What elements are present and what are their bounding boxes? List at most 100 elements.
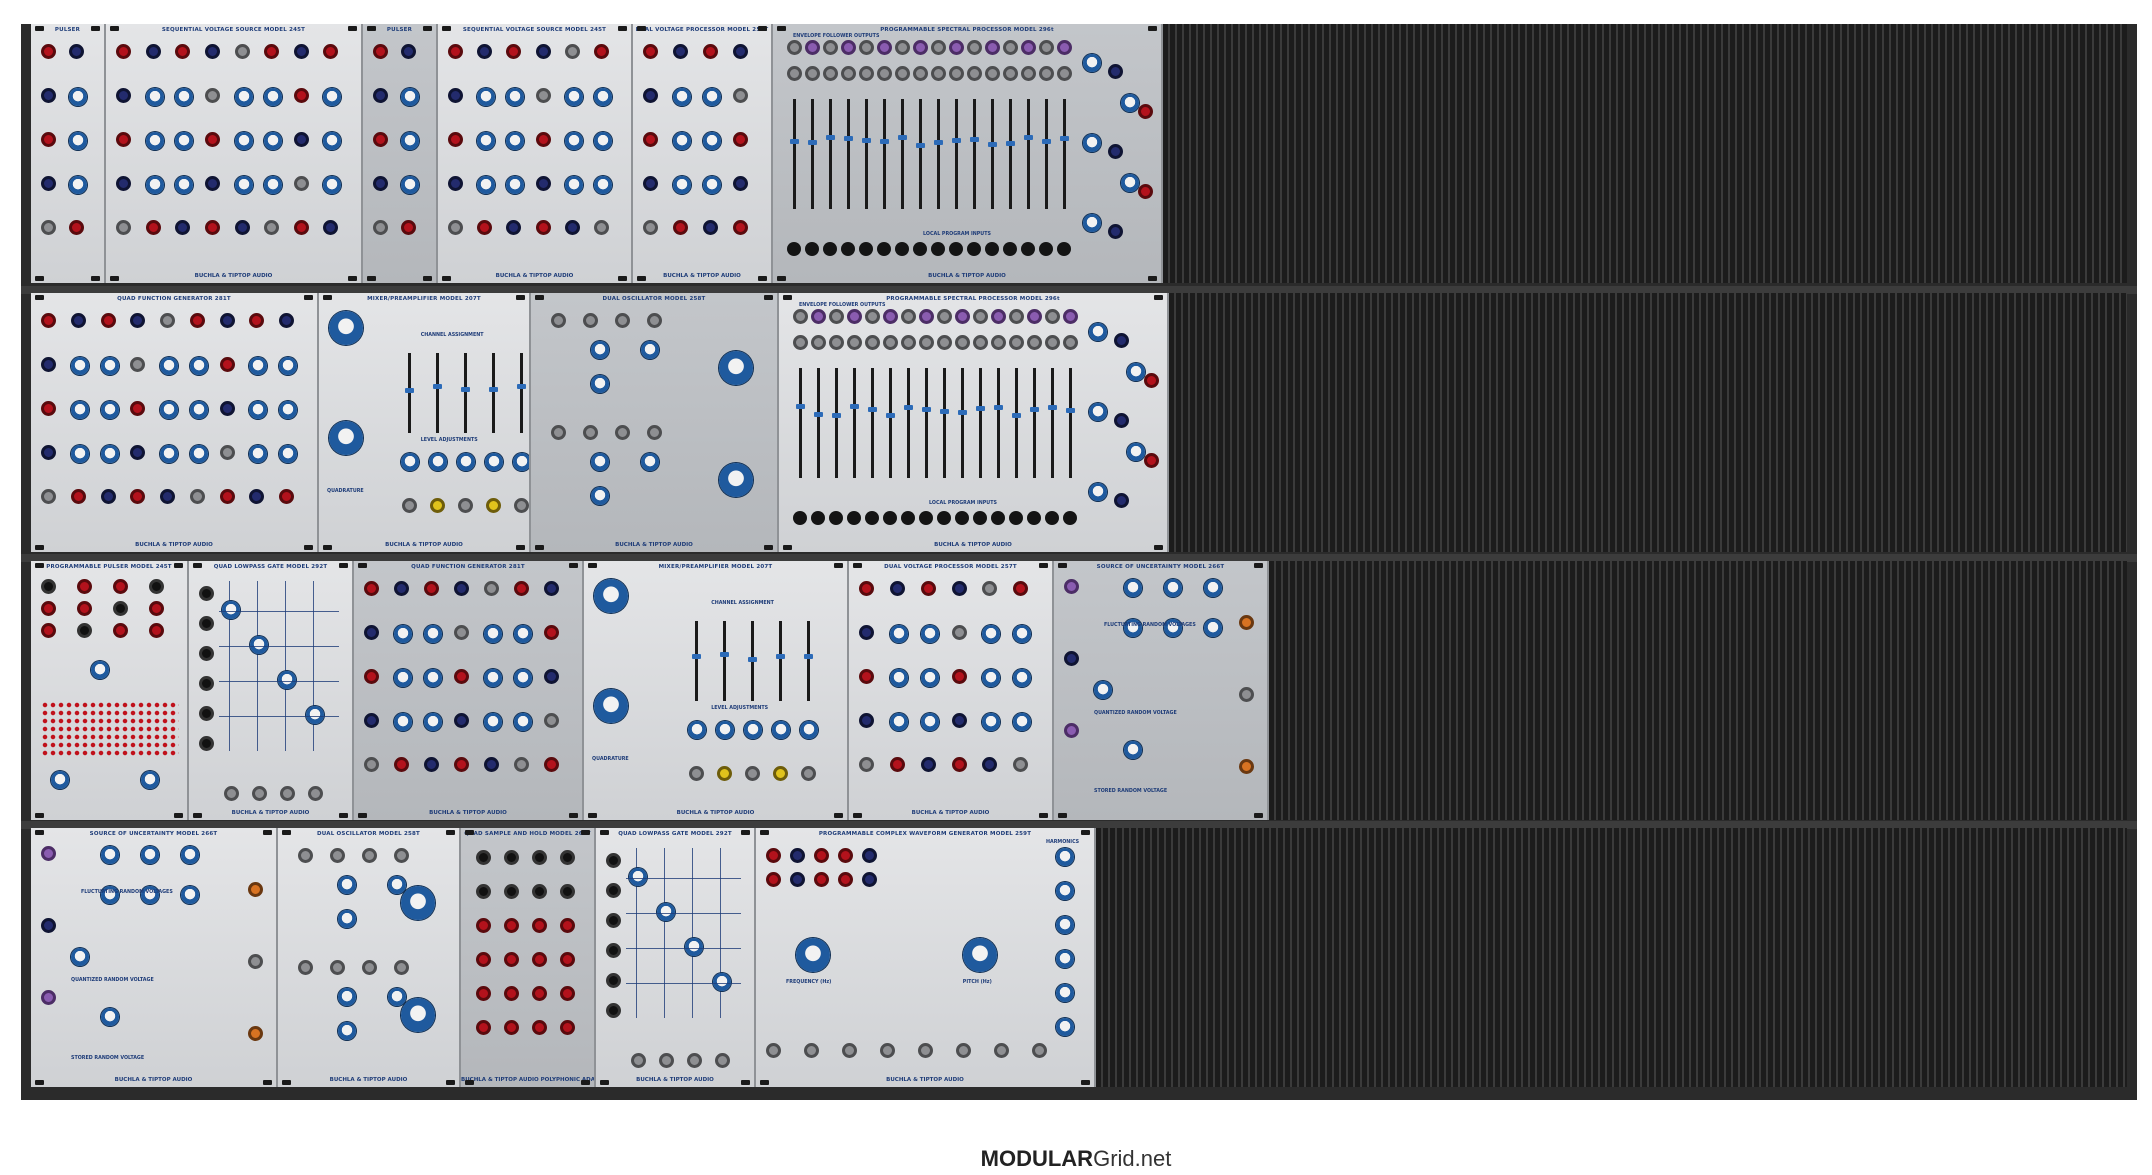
control-knob[interactable] xyxy=(264,88,283,106)
control-knob[interactable] xyxy=(564,176,583,194)
snh-jack[interactable] xyxy=(504,918,519,933)
patch-jack[interactable] xyxy=(130,489,146,504)
patch-jack[interactable] xyxy=(982,581,998,596)
patch-jack[interactable] xyxy=(889,581,905,596)
cwg-jack[interactable] xyxy=(838,872,853,887)
lpg-input-jack[interactable] xyxy=(687,1053,702,1068)
spectral-output-jack[interactable] xyxy=(847,309,862,324)
control-knob[interactable] xyxy=(100,445,119,463)
stored-knob[interactable] xyxy=(1124,741,1142,759)
random-knob[interactable] xyxy=(181,886,199,904)
random-knob[interactable] xyxy=(141,886,159,904)
spectral-input-jack[interactable] xyxy=(859,66,874,81)
spectral-input-jack[interactable] xyxy=(949,66,964,81)
lpg-knob[interactable] xyxy=(222,601,240,619)
side-knob[interactable] xyxy=(1083,214,1101,232)
patch-jack[interactable] xyxy=(859,713,874,728)
random-jack[interactable] xyxy=(248,1026,263,1041)
snh-jack[interactable] xyxy=(504,850,519,865)
control-knob[interactable] xyxy=(234,176,253,194)
patch-jack[interactable] xyxy=(951,625,967,640)
side-knob[interactable] xyxy=(1127,443,1145,461)
local-program-button[interactable] xyxy=(1039,242,1053,256)
patch-jack[interactable] xyxy=(733,44,748,59)
osc-jack[interactable] xyxy=(298,960,313,975)
spectral-input-jack[interactable] xyxy=(991,335,1006,350)
mixer-jack[interactable] xyxy=(402,498,418,513)
patch-jack[interactable] xyxy=(293,220,309,235)
spectral-output-jack[interactable] xyxy=(1063,309,1078,324)
spectral-fader-cap[interactable] xyxy=(976,406,985,411)
local-program-button[interactable] xyxy=(901,511,915,525)
spectral-input-jack[interactable] xyxy=(1027,335,1042,350)
lpg-jack[interactable] xyxy=(606,973,621,988)
patch-jack[interactable] xyxy=(673,44,688,59)
pulser-jack[interactable] xyxy=(149,579,164,594)
patch-jack[interactable] xyxy=(219,489,235,504)
lpg-knob[interactable] xyxy=(306,706,324,724)
patch-jack[interactable] xyxy=(116,132,131,147)
patch-jack[interactable] xyxy=(219,445,235,460)
control-knob[interactable] xyxy=(400,132,419,150)
mixer-fader-cap[interactable] xyxy=(776,654,786,659)
snh-jack[interactable] xyxy=(560,952,575,967)
osc-knob[interactable] xyxy=(591,341,609,359)
random-knob[interactable] xyxy=(101,846,119,864)
patch-jack[interactable] xyxy=(673,220,688,235)
control-knob[interactable] xyxy=(889,713,908,731)
lpg-input-jack[interactable] xyxy=(715,1053,730,1068)
patch-jack[interactable] xyxy=(373,176,388,191)
patch-jack[interactable] xyxy=(859,581,874,596)
spectral-output-jack[interactable] xyxy=(841,40,856,55)
snh-jack[interactable] xyxy=(532,884,547,899)
osc-jack[interactable] xyxy=(551,313,566,328)
spectral-fader-cap[interactable] xyxy=(1030,407,1039,412)
patch-jack[interactable] xyxy=(219,401,235,416)
patch-jack[interactable] xyxy=(400,44,416,59)
control-knob[interactable] xyxy=(703,88,721,106)
lpg-jack[interactable] xyxy=(199,676,214,691)
patch-jack[interactable] xyxy=(130,313,146,328)
mixer-big-knob[interactable] xyxy=(594,689,628,723)
patch-jack[interactable] xyxy=(920,757,936,772)
spectral-fader-cap[interactable] xyxy=(1042,139,1051,144)
pulser-knob[interactable] xyxy=(141,771,159,789)
mixer-fader-cap[interactable] xyxy=(804,654,814,659)
patch-jack[interactable] xyxy=(514,581,529,596)
spectral-input-jack[interactable] xyxy=(805,66,820,81)
osc-knob[interactable] xyxy=(388,876,406,894)
cwg-jack[interactable] xyxy=(766,872,781,887)
control-knob[interactable] xyxy=(564,88,583,106)
control-knob[interactable] xyxy=(145,176,164,194)
spectral-output-jack[interactable] xyxy=(895,40,910,55)
spectral-fader-cap[interactable] xyxy=(1012,413,1021,418)
control-knob[interactable] xyxy=(477,132,496,150)
control-knob[interactable] xyxy=(279,445,298,463)
random-jack[interactable] xyxy=(41,990,56,1005)
patch-jack[interactable] xyxy=(264,220,280,235)
snh-jack[interactable] xyxy=(560,850,575,865)
local-program-button[interactable] xyxy=(1003,242,1017,256)
control-knob[interactable] xyxy=(70,357,89,375)
patch-jack[interactable] xyxy=(323,220,339,235)
patch-jack[interactable] xyxy=(593,44,609,59)
control-knob[interactable] xyxy=(249,445,268,463)
spectral-fader-cap[interactable] xyxy=(958,410,967,415)
patch-jack[interactable] xyxy=(41,132,56,147)
control-knob[interactable] xyxy=(484,669,502,687)
patch-jack[interactable] xyxy=(394,581,409,596)
spectral-fader-cap[interactable] xyxy=(796,404,805,409)
mixer-knob[interactable] xyxy=(800,721,819,739)
patch-jack[interactable] xyxy=(920,581,936,596)
control-knob[interactable] xyxy=(394,713,412,731)
patch-jack[interactable] xyxy=(448,220,463,235)
osc-freq-knob[interactable] xyxy=(719,463,753,497)
random-jack[interactable] xyxy=(1239,687,1254,702)
spectral-output-jack[interactable] xyxy=(883,309,898,324)
control-knob[interactable] xyxy=(145,132,164,150)
random-jack[interactable] xyxy=(1064,723,1079,738)
spectral-output-jack[interactable] xyxy=(931,40,946,55)
mixer-jack[interactable] xyxy=(514,498,529,513)
local-program-button[interactable] xyxy=(811,511,825,525)
mixer-knob[interactable] xyxy=(513,453,529,471)
